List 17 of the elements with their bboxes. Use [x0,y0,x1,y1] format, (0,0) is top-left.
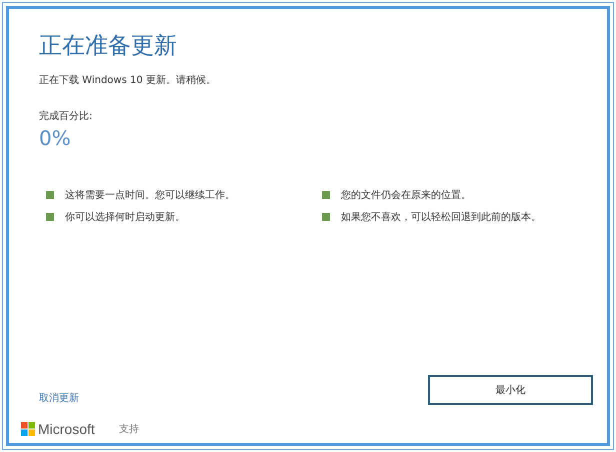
minimize-button[interactable]: 最小化 [428,375,593,405]
progress-label: 完成百分比: [39,110,94,123]
progress-value: 0% [39,126,72,150]
note-text: 你可以选择何时启动更新。 [65,210,185,224]
bullet-icon [322,213,330,221]
status-text: 正在下载 Windows 10 更新。请稍候。 [39,74,217,87]
brand-name: Microsoft [38,421,95,437]
cancel-link[interactable]: 取消更新 [39,391,79,405]
note-text: 这将需要一点时间。您可以继续工作。 [65,188,235,202]
bullet-icon [46,213,54,221]
support-link[interactable]: 支持 [118,422,139,436]
note-text: 您的文件仍会在原来的位置。 [341,188,471,202]
page-title: 正在准备更新 [39,32,178,61]
windows-logo-icon [21,422,35,436]
bullet-icon [46,191,54,199]
note-text: 如果您不喜欢，可以轻松回退到此前的版本。 [341,210,541,224]
bullet-icon [322,191,330,199]
